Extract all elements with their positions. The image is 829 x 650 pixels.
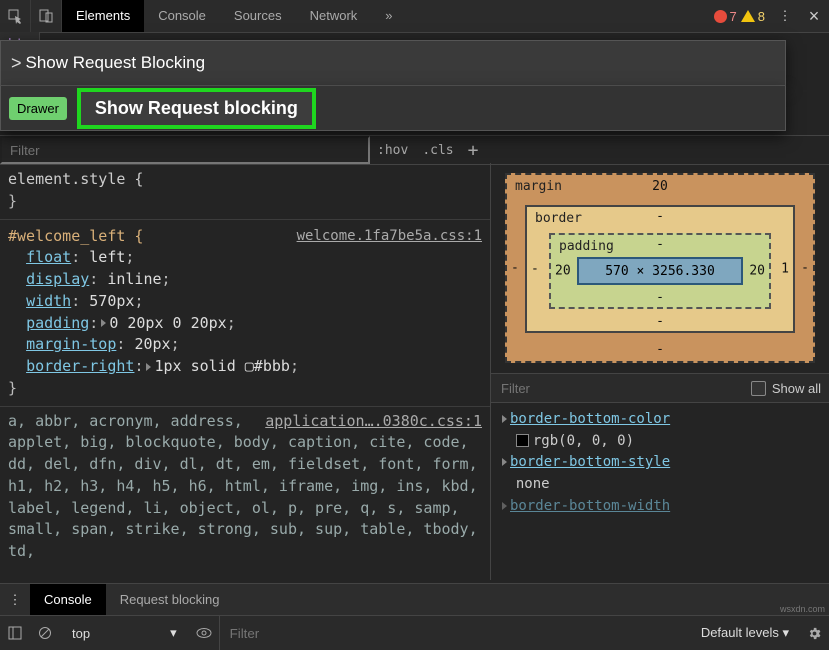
- show-all-checkbox[interactable]: [751, 381, 766, 396]
- margin-label: margin: [515, 179, 562, 194]
- styles-filter-input[interactable]: [0, 136, 370, 164]
- warning-badge[interactable]: 8: [741, 9, 765, 24]
- drawer-tab-console[interactable]: Console: [30, 584, 106, 616]
- color-swatch-icon[interactable]: [516, 434, 529, 447]
- selector-list: a, abbr, acronym, address, applet, big, …: [8, 412, 478, 561]
- live-expression-icon[interactable]: [189, 627, 219, 639]
- error-badge[interactable]: 7: [714, 9, 737, 24]
- expand-icon[interactable]: [146, 363, 151, 371]
- site-watermark: wsxdn.com: [780, 604, 825, 614]
- drawer-kebab-icon[interactable]: ⋮: [0, 592, 30, 608]
- rule-inline[interactable]: element.style { }: [0, 163, 490, 219]
- computed-filter-bar: Show all: [491, 373, 829, 403]
- console-settings-icon[interactable]: [799, 626, 829, 641]
- rule-welcome-left[interactable]: welcome.1fa7be5a.css:1 #welcome_left { f…: [0, 220, 490, 406]
- inspect-icon[interactable]: [0, 0, 31, 32]
- drawer-tab-request-blocking[interactable]: Request blocking: [106, 584, 234, 616]
- log-levels-selector[interactable]: Default levels ▾: [691, 625, 799, 641]
- content-box[interactable]: 570 × 3256.330: [577, 257, 743, 285]
- box-model[interactable]: margin 20 - - - border - - - 1 padding -…: [505, 173, 815, 363]
- source-link[interactable]: application….0380c.css:1: [265, 411, 482, 433]
- styles-filter-bar: :hov .cls +: [0, 135, 829, 165]
- computed-row[interactable]: border-bottom-width: [499, 496, 821, 518]
- computed-list: border-bottom-color rgb(0, 0, 0) border-…: [491, 403, 829, 580]
- console-toolbar: top▾ Default levels ▾: [0, 615, 829, 650]
- command-input-row: >: [0, 40, 786, 86]
- expand-icon[interactable]: [502, 502, 507, 510]
- tab-network[interactable]: Network: [296, 0, 372, 32]
- command-result-row[interactable]: Drawer Show Request blocking: [0, 86, 786, 131]
- panel-tabs: Elements Console Sources Network »: [62, 0, 708, 32]
- rule-reset[interactable]: application….0380c.css:1 a, abbr, acrony…: [0, 407, 490, 567]
- cls-toggle[interactable]: .cls: [415, 143, 460, 158]
- console-sidebar-icon[interactable]: [0, 626, 30, 640]
- tab-elements[interactable]: Elements: [62, 0, 144, 32]
- computed-filter-input[interactable]: [499, 380, 751, 397]
- computed-row[interactable]: border-bottom-style none: [499, 452, 821, 495]
- padding-label: padding: [559, 239, 614, 254]
- tab-console[interactable]: Console: [144, 0, 220, 32]
- kebab-menu-icon[interactable]: ⋮: [771, 0, 799, 32]
- add-rule-button[interactable]: +: [461, 140, 486, 161]
- tab-sources[interactable]: Sources: [220, 0, 296, 32]
- expand-icon[interactable]: [502, 415, 507, 423]
- expand-icon[interactable]: [502, 458, 507, 466]
- clear-console-icon[interactable]: [30, 626, 60, 640]
- command-prompt-icon: >: [11, 53, 22, 74]
- close-icon[interactable]: ×: [799, 0, 829, 32]
- command-result-label: Show Request blocking: [77, 88, 316, 129]
- drawer-tabs: ⋮ Console Request blocking: [0, 583, 829, 616]
- devtools-toolbar: Elements Console Sources Network » 7 8 ⋮…: [0, 0, 829, 33]
- expand-icon[interactable]: [101, 319, 106, 327]
- command-category-chip: Drawer: [9, 97, 67, 120]
- hov-toggle[interactable]: :hov: [370, 143, 415, 158]
- tabs-overflow[interactable]: »: [371, 0, 406, 32]
- command-input[interactable]: [24, 52, 775, 74]
- device-icon[interactable]: [31, 0, 62, 32]
- command-menu: > Drawer Show Request blocking: [0, 40, 786, 131]
- context-selector[interactable]: top▾: [60, 625, 189, 641]
- border-label: border: [535, 211, 582, 226]
- computed-row[interactable]: border-bottom-color rgb(0, 0, 0): [499, 409, 821, 452]
- styles-pane: element.style { } welcome.1fa7be5a.css:1…: [0, 163, 491, 580]
- selector: #welcome_left {: [8, 227, 143, 245]
- show-all-label[interactable]: Show all: [772, 381, 821, 396]
- console-filter-input[interactable]: [228, 625, 691, 642]
- source-link[interactable]: welcome.1fa7be5a.css:1: [297, 226, 482, 246]
- status-badges: 7 8: [708, 0, 771, 32]
